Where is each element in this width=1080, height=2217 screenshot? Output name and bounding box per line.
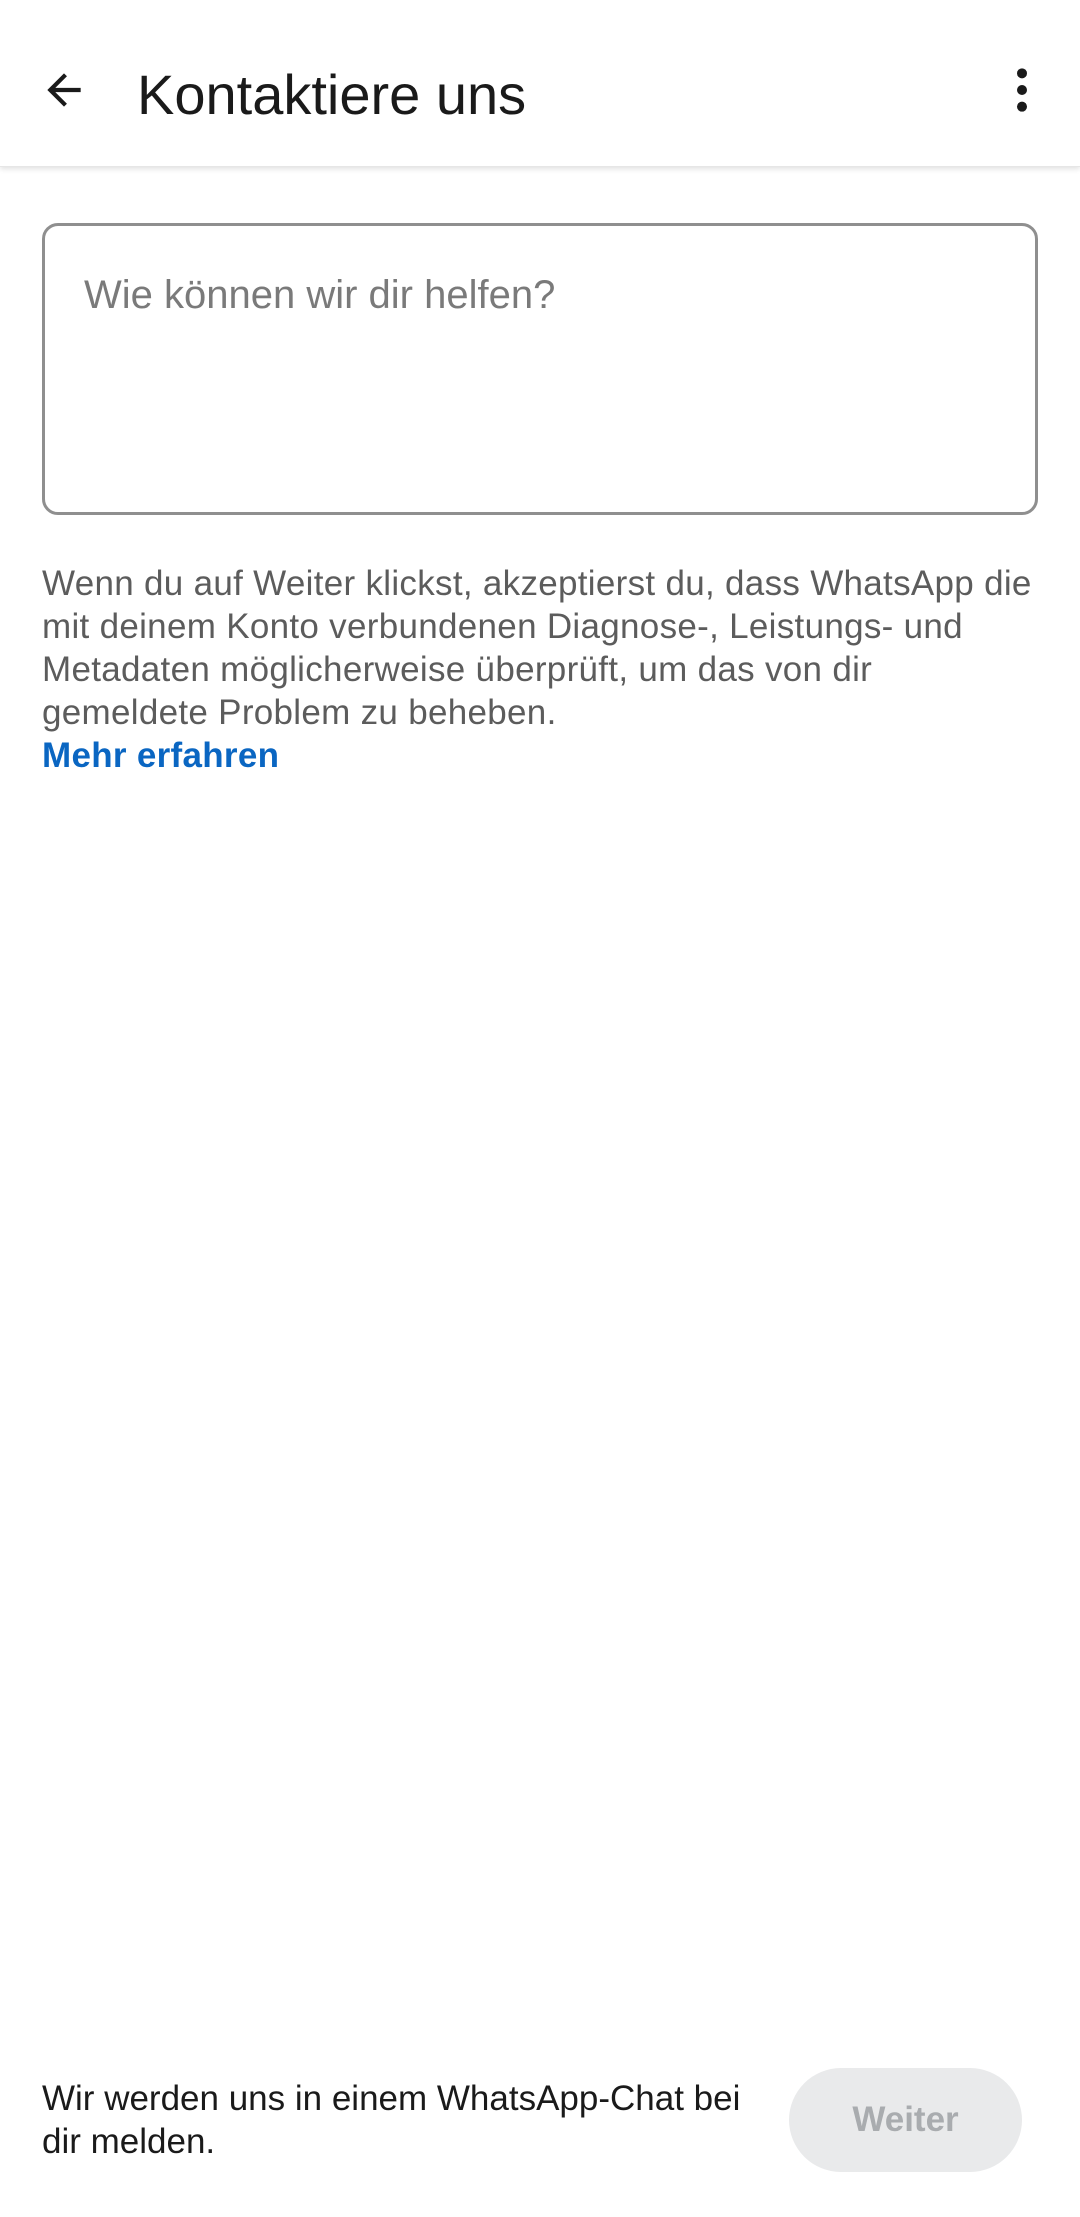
message-field-container	[42, 223, 1038, 515]
back-button[interactable]	[22, 48, 106, 132]
next-button[interactable]: Weiter	[789, 2068, 1022, 2172]
contact-us-screen: Kontaktiere uns Wenn du auf Weiter klick…	[0, 0, 1080, 2217]
disclaimer-text: Wenn du auf Weiter klickst, akzeptierst …	[42, 564, 1032, 732]
privacy-disclaimer: Wenn du auf Weiter klickst, akzeptierst …	[42, 562, 1042, 777]
more-options-button[interactable]	[980, 48, 1064, 132]
more-vertical-icon	[1017, 68, 1027, 112]
arrow-left-icon	[47, 73, 81, 107]
learn-more-link[interactable]: Mehr erfahren	[42, 734, 279, 777]
message-input[interactable]	[45, 226, 1035, 512]
page-title: Kontaktiere uns	[137, 63, 527, 126]
app-bar: Kontaktiere uns	[0, 0, 1080, 167]
reply-info-note: Wir werden uns in einem WhatsApp-Chat be…	[42, 2079, 741, 2161]
